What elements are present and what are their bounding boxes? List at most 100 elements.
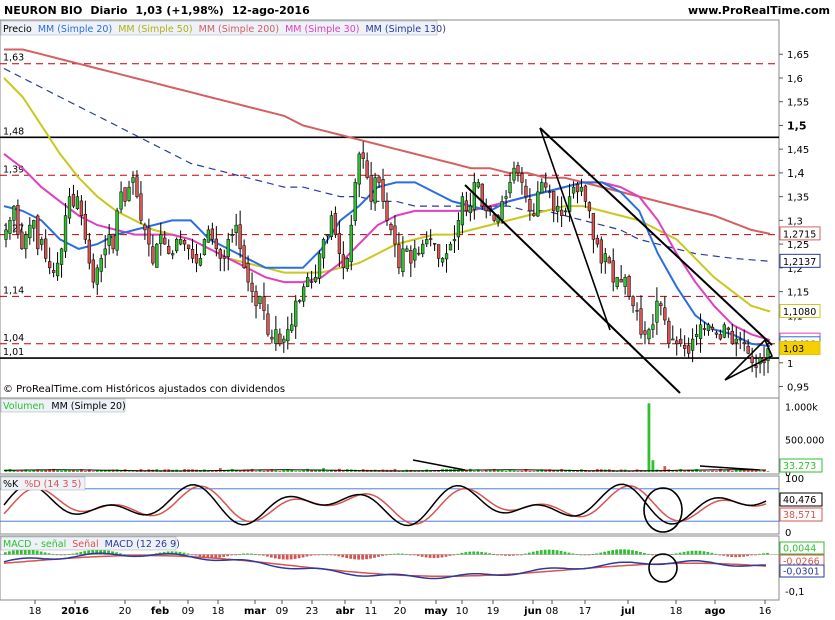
candle-body (520, 173, 524, 183)
candle-body (365, 160, 369, 178)
x-tick-label: 10 (456, 606, 469, 617)
candle-body (476, 182, 480, 188)
candle-body (683, 345, 687, 349)
candle-body (274, 329, 278, 344)
price-tick-label: 1,25 (787, 240, 809, 251)
candle-body (4, 229, 8, 240)
candle-body (127, 186, 131, 201)
candle-body (242, 245, 246, 269)
candle-body (194, 254, 199, 264)
candle-body (226, 239, 230, 257)
price-tick-label: 1,3 (787, 216, 803, 227)
price-tick-label: 1,45 (787, 145, 809, 156)
candle-body (722, 324, 726, 338)
candle-body (238, 224, 242, 250)
candle-body (202, 239, 207, 255)
candle-body (730, 330, 734, 345)
candle-body (218, 249, 222, 259)
candle-body (591, 213, 596, 240)
macd-hist-bar (730, 554, 734, 557)
candle-body (63, 215, 68, 252)
x-axis: 18 2016 20 feb 09 18 mar 09 23 abr 11 20 may 10 19 jun 0… (29, 600, 771, 617)
volume-bar (91, 471, 95, 472)
volume-bar (675, 470, 679, 472)
candle-body (659, 303, 663, 307)
volume-bar (520, 470, 524, 472)
volume-bar (16, 471, 20, 472)
volume-bar (302, 470, 306, 472)
candle-body (83, 213, 88, 240)
candle-body (425, 239, 429, 245)
candle-body (230, 234, 234, 236)
price-tick-label: 0,95 (787, 383, 809, 394)
volume-bar (32, 470, 36, 472)
watermark: © ProRealTime.com Históricos ajustados c… (3, 383, 285, 395)
volume-bar (131, 471, 135, 472)
x-tick-label: 20 (119, 606, 132, 617)
candle-body (103, 248, 107, 256)
volume-bar (512, 470, 516, 472)
volume-bar (715, 471, 718, 472)
candle-body (563, 210, 568, 213)
macd-value-text: -0,0301 (783, 567, 820, 578)
candle-body (413, 248, 417, 261)
macd-hist-bar (428, 554, 432, 558)
candle-body (55, 262, 60, 277)
candle-body (500, 201, 504, 220)
volume-bar (294, 471, 298, 472)
volume-axis: 1.000k500.000033.273 (779, 403, 824, 479)
macd-hist-bar (15, 549, 19, 555)
level-label: 1,48 (3, 126, 24, 137)
macd-hist-bar (738, 554, 742, 558)
x-tick-label: 18 (212, 606, 225, 617)
candle-body (456, 220, 461, 238)
macd-hist-bar (79, 551, 83, 555)
site-url[interactable]: www.ProRealTime.com (688, 4, 830, 17)
volume-bar (683, 470, 687, 472)
macd-legend-text: MACD - señal Señal MACD (12 26 9) (3, 539, 180, 550)
candle-body (671, 338, 675, 341)
candle-body (516, 165, 520, 174)
price-tick-label: 1,5 (787, 119, 807, 132)
candle-body (587, 202, 592, 212)
candle-body (698, 324, 703, 339)
macd-hist-bar (269, 554, 273, 558)
macd-hist-bar (603, 551, 607, 555)
candle-body (246, 263, 250, 283)
candle-body (492, 214, 496, 221)
candle-body (571, 186, 576, 194)
macd-hist-bar (214, 554, 218, 558)
macd-hist-bar (563, 551, 567, 555)
x-tick-label: 17 (579, 606, 592, 617)
candle-body (349, 224, 353, 263)
volume-bar (12, 470, 16, 472)
right-price-text: 1,1080 (783, 307, 816, 318)
macd-hist-bar (464, 552, 468, 555)
macd-hist-bar (734, 554, 738, 558)
macd-hist-bar (4, 552, 7, 555)
macd-hist-bar (285, 554, 289, 560)
candle-body (20, 231, 24, 250)
candle-body (294, 300, 298, 327)
candle-body (583, 185, 588, 202)
candle-body (12, 205, 16, 221)
candle-body (190, 249, 195, 259)
candle-body (603, 253, 607, 263)
candle-body (694, 334, 699, 337)
macd-hist-bar (424, 554, 428, 558)
candle-body (51, 270, 56, 273)
candle-body (75, 196, 80, 210)
macd-hist-bar (555, 550, 559, 555)
candle-body (87, 239, 91, 264)
candle-body (167, 245, 171, 254)
candle-body (436, 244, 441, 259)
candle-body (357, 153, 361, 185)
candle-body (155, 243, 159, 268)
candle-body (397, 244, 401, 269)
candle-body (528, 199, 532, 212)
volume-bar (532, 471, 536, 472)
candle-body (675, 340, 679, 345)
candle-body (468, 205, 472, 214)
stoch-legend: %K %D (14 3 5) (0, 476, 86, 491)
volume-bar (40, 470, 44, 472)
